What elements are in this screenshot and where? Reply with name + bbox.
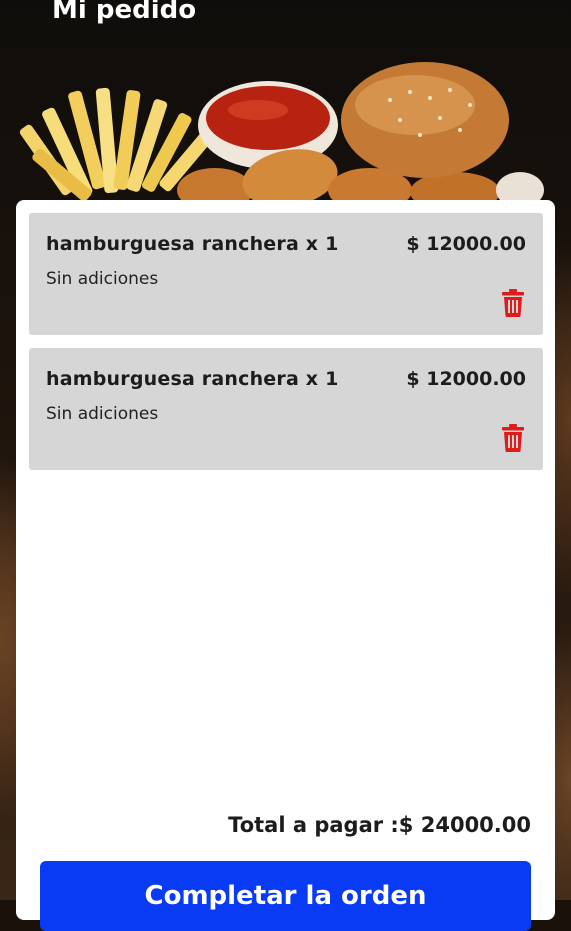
order-item: hamburguesa ranchera x 1 $ 12000.00 Sin … xyxy=(29,213,543,335)
burger-illustration xyxy=(341,62,509,178)
page-title: Mi pedido xyxy=(52,0,197,25)
item-additions: Sin adiciones xyxy=(46,269,159,289)
item-price: $ 12000.00 xyxy=(406,233,526,255)
complete-order-button[interactable]: Completar la orden xyxy=(40,861,531,931)
item-name: hamburguesa ranchera x 1 xyxy=(46,233,339,255)
food-hero-image xyxy=(19,62,544,210)
order-card: hamburguesa ranchera x 1 $ 12000.00 Sin … xyxy=(16,200,555,931)
item-name: hamburguesa ranchera x 1 xyxy=(46,368,339,390)
trash-icon[interactable] xyxy=(502,424,524,452)
trash-icon[interactable] xyxy=(502,289,524,317)
item-price: $ 12000.00 xyxy=(406,368,526,390)
total-amount: Total a pagar :$ 24000.00 xyxy=(228,813,531,837)
item-additions: Sin adiciones xyxy=(46,404,159,424)
order-item: hamburguesa ranchera x 1 $ 12000.00 Sin … xyxy=(29,348,543,470)
